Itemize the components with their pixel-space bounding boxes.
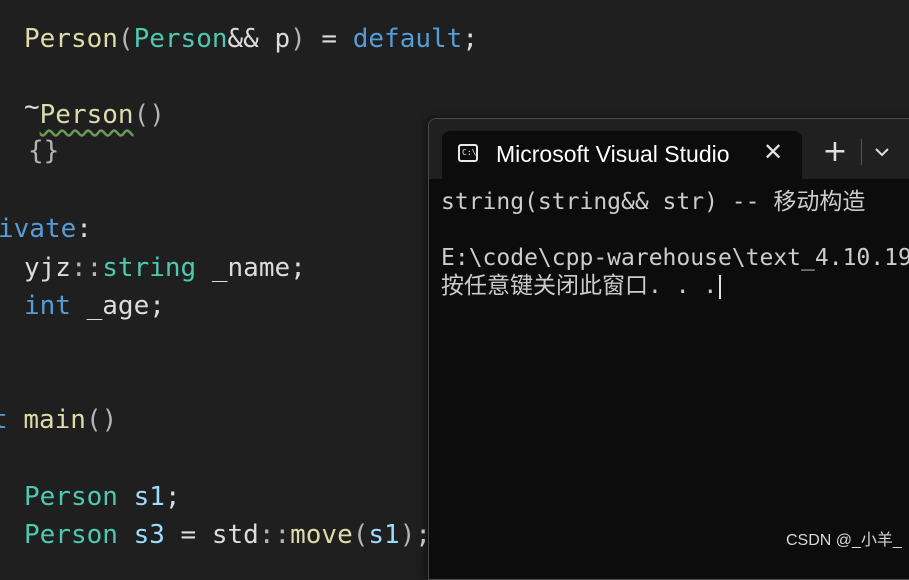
new-tab-button[interactable]: + — [819, 136, 851, 168]
code-line-main[interactable]: t main() — [0, 403, 117, 437]
code-token: ( — [352, 520, 369, 550]
code-line-person-s3[interactable]: Person s3 = std::move(s1); — [24, 518, 431, 552]
code-token: Person — [133, 24, 228, 54]
code-token: t — [0, 405, 8, 435]
code-line-move-ctor[interactable]: Person(Person&& p) = default; — [24, 22, 478, 56]
terminal-output[interactable]: string(string&& str) -- 移动构造 E:\code\cpp… — [441, 187, 909, 343]
code-token: {} — [28, 136, 60, 166]
tab-divider — [861, 139, 862, 165]
tab-title: Microsoft Visual Studio — [496, 141, 730, 167]
code-token: default — [352, 24, 463, 54]
code-token: :: — [258, 520, 291, 550]
code-token: () — [133, 100, 165, 130]
code-token: ) — [290, 24, 306, 54]
watermark: CSDN @_小羊_ — [786, 532, 902, 549]
code-token: ; — [164, 482, 181, 512]
code-token: : — [76, 214, 92, 244]
code-token: yjz — [24, 253, 71, 283]
code-token: ; — [462, 24, 478, 54]
code-line-destructor[interactable]: ~Person() — [24, 92, 165, 132]
close-tab-icon[interactable]: ✕ — [760, 139, 786, 165]
code-token: s1 — [133, 482, 165, 512]
chevron-down-icon[interactable] — [869, 139, 895, 165]
prompt-text: 按任意键关闭此窗口. . . — [441, 273, 718, 299]
code-token: Person — [39, 100, 134, 130]
code-token: main — [23, 405, 86, 435]
console-icon: C:\ — [458, 144, 478, 162]
code-token: ( — [117, 24, 134, 54]
code-token: :: — [70, 253, 103, 283]
terminal-tab[interactable]: C:\ Microsoft Visual Studio ✕ — [442, 131, 802, 179]
code-token: string — [102, 253, 197, 283]
code-token: Person — [24, 482, 118, 512]
output-line: E:\code\cpp-warehouse\text_4.10.19 — [441, 245, 909, 271]
output-line: string(string&& str) -- 移动构造 — [441, 189, 866, 215]
code-token: ~ — [24, 92, 40, 122]
code-token: _age; — [70, 291, 165, 321]
code-token: = — [305, 24, 353, 54]
terminal-titlebar[interactable]: C:\ Microsoft Visual Studio ✕ + — [429, 119, 909, 179]
code-token: s3 — [133, 520, 165, 550]
code-token: && p — [227, 24, 291, 54]
code-token: ) — [399, 520, 416, 550]
code-line-destructor-body[interactable]: {} — [28, 134, 59, 168]
terminal-window[interactable]: C:\ Microsoft Visual Studio ✕ + string(s… — [428, 118, 909, 580]
code-token: ivate — [0, 214, 77, 244]
code-token: Person — [24, 24, 118, 54]
code-line-age-member[interactable]: int _age; — [24, 289, 165, 323]
code-line-name-member[interactable]: yjz::string _name; — [24, 251, 306, 285]
code-token: _name; — [196, 253, 306, 283]
code-token: Person — [24, 520, 118, 550]
code-token: = std — [164, 520, 259, 550]
console-icon-label: C:\ — [462, 148, 477, 157]
text-cursor — [719, 274, 722, 299]
output-prompt: 按任意键关闭此窗口. . . — [441, 271, 722, 301]
code-token: s1 — [368, 520, 400, 550]
code-line-private-label[interactable]: ivate: — [0, 212, 92, 246]
code-line-person-s1[interactable]: Person s1; — [24, 480, 181, 514]
code-token: int — [24, 291, 71, 321]
code-token: move — [290, 520, 353, 550]
code-token: () — [85, 405, 118, 435]
